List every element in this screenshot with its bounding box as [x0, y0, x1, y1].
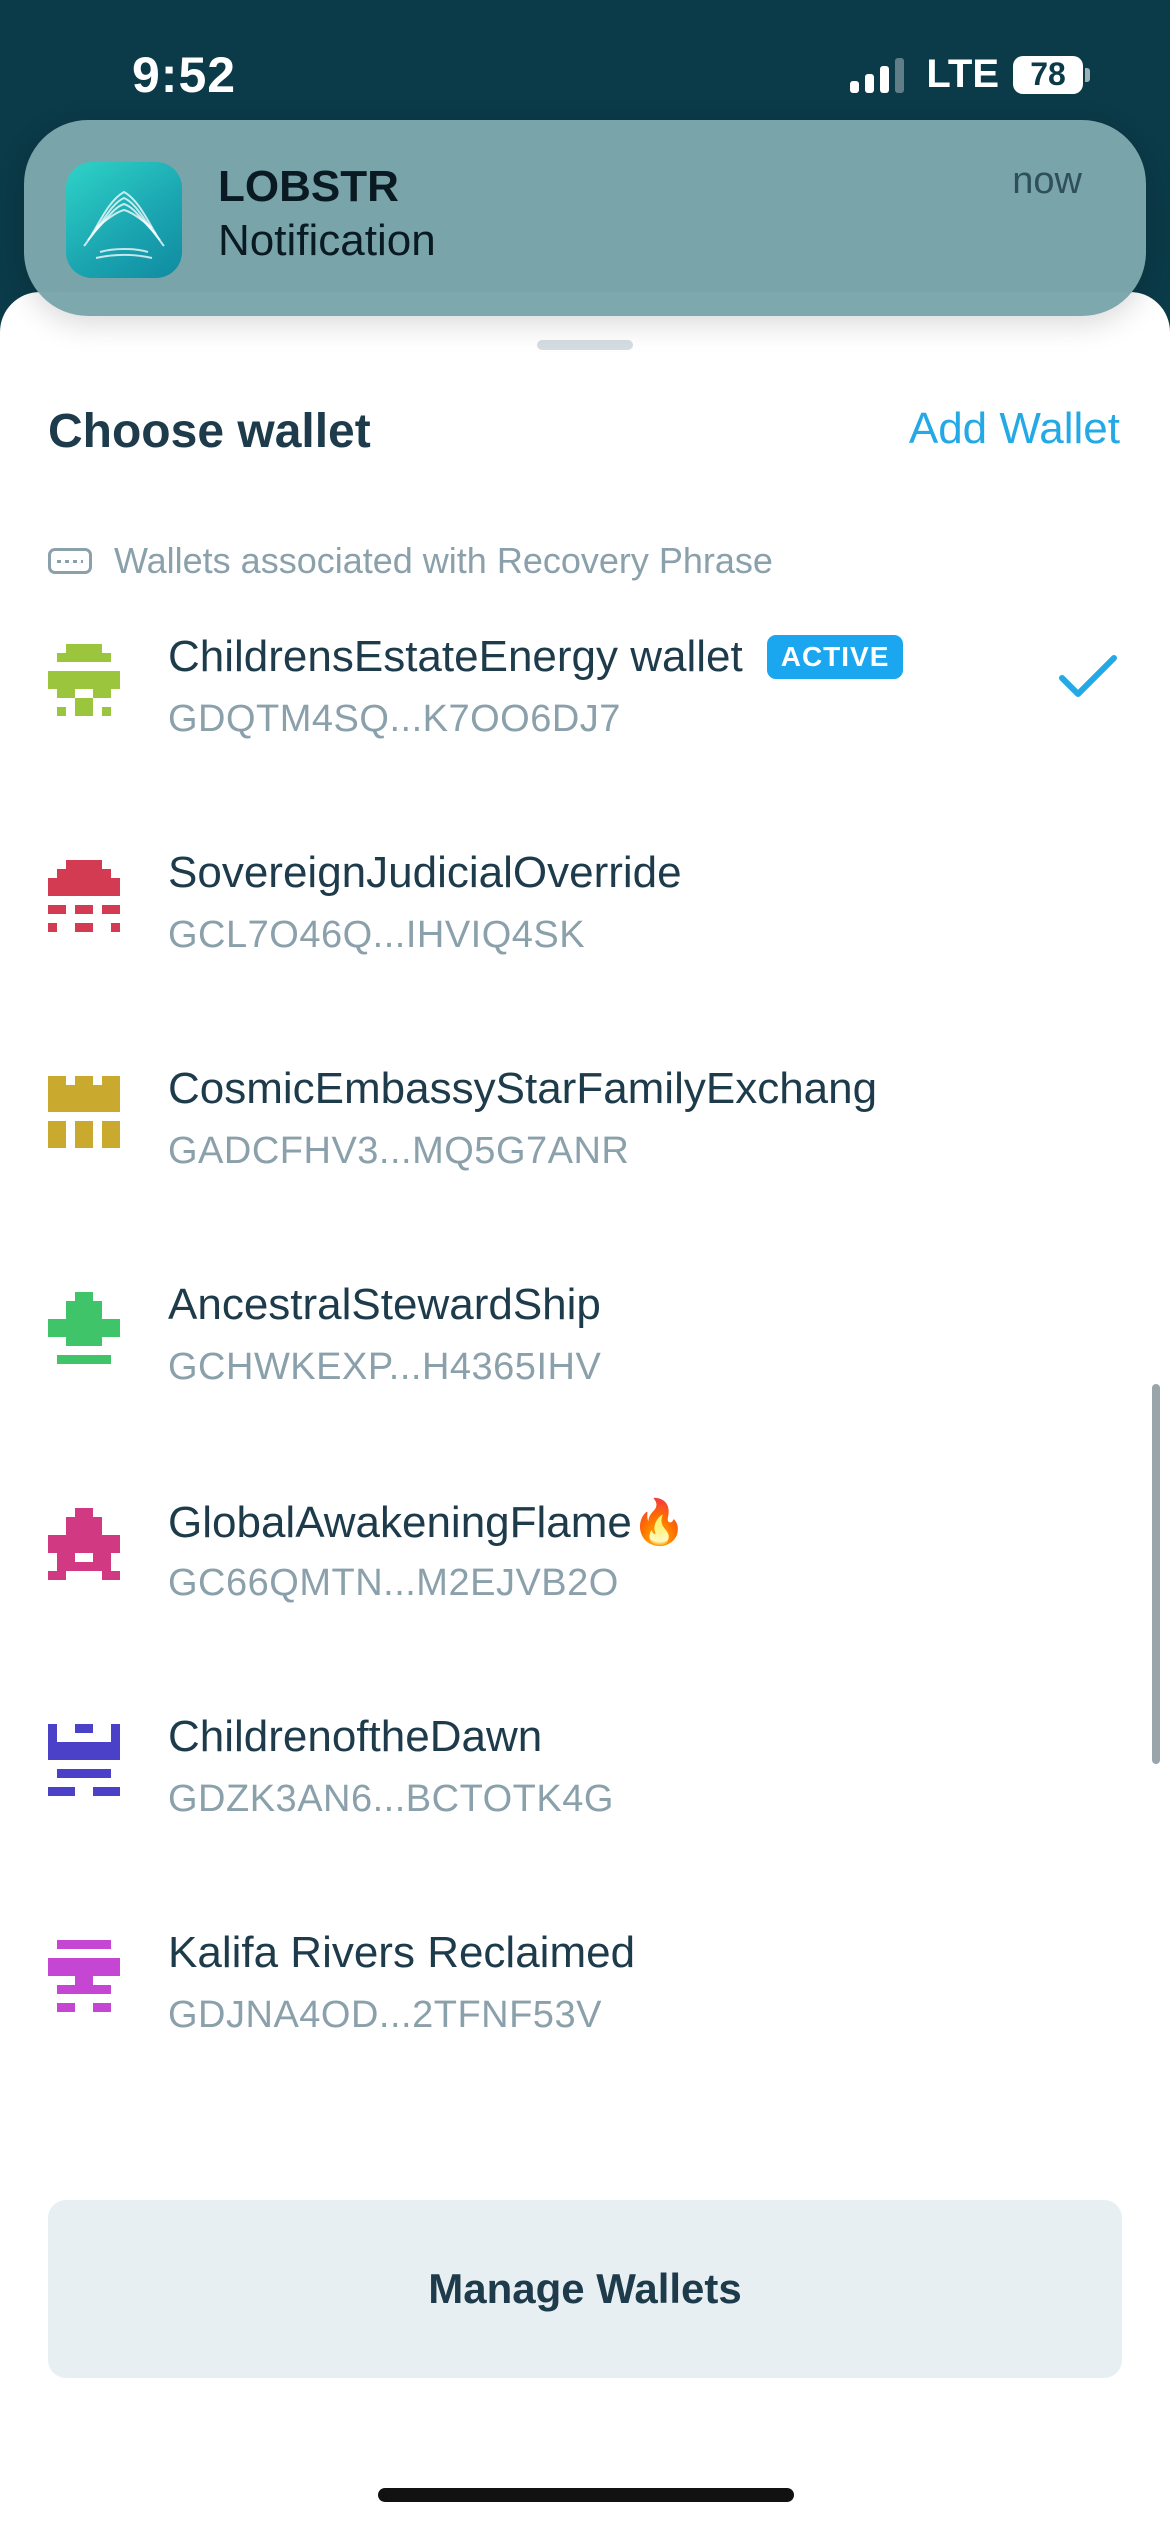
network-type: LTE: [926, 52, 999, 96]
battery-level: 78: [1013, 55, 1083, 94]
active-badge: ACTIVE: [766, 635, 904, 679]
checkmark-icon: [1059, 655, 1117, 697]
wallet-row[interactable]: CosmicEmbassyStarFamilyExchang GADCFHV3.…: [0, 1040, 1170, 1256]
home-indicator[interactable]: [378, 2488, 794, 2502]
wallet-name: ChildrenoftheDawn: [168, 1712, 543, 1761]
wallet-avatar-icon: [48, 1724, 120, 1796]
add-wallet-button[interactable]: Add Wallet: [909, 404, 1120, 454]
wallet-address: GCL7O46Q...IHVIQ4SK: [168, 914, 586, 956]
wallet-name: CosmicEmbassyStarFamilyExchang: [168, 1064, 878, 1113]
status-indicators: LTE 78: [850, 52, 1090, 97]
notification-body: Notification: [218, 216, 436, 265]
wallet-name: Kalifa Rivers Reclaimed: [168, 1928, 636, 1977]
notification-banner[interactable]: LOBSTR Notification now: [24, 120, 1146, 316]
wallet-address: GC66QMTN...M2EJVB2O: [168, 1562, 619, 1604]
signal-strength-icon: [850, 57, 905, 93]
wallet-row[interactable]: Kalifa Rivers Reclaimed GDJNA4OD...2TFNF…: [0, 1904, 1170, 2120]
wallet-row[interactable]: SovereignJudicialOverride GCL7O46Q...IHV…: [0, 824, 1170, 1040]
wallet-name: GlobalAwakeningFlame🔥: [168, 1498, 687, 1547]
wallet-row[interactable]: ChildrenoftheDawn GDZK3AN6...BCTOTK4G: [0, 1688, 1170, 1904]
wallet-name: AncestralStewardShip: [168, 1280, 601, 1329]
battery-icon: 78: [1013, 55, 1090, 94]
wallet-row[interactable]: AncestralStewardShip GCHWKEXP...H4365IHV: [0, 1256, 1170, 1472]
manage-wallets-button[interactable]: Manage Wallets: [48, 2200, 1122, 2378]
scrollbar[interactable]: [1152, 1384, 1160, 1764]
wallet-address: GADCFHV3...MQ5G7ANR: [168, 1130, 630, 1172]
wallet-name: SovereignJudicialOverride: [168, 848, 682, 897]
wallet-avatar-icon: [48, 1508, 120, 1580]
wallet-name: ChildrensEstateEnergy wallet: [168, 632, 743, 681]
wallet-address: GCHWKEXP...H4365IHV: [168, 1346, 602, 1388]
wallet-list: ChildrensEstateEnergy wallet ACTIVE GDQT…: [0, 608, 1170, 2120]
wallet-row[interactable]: GlobalAwakeningFlame🔥 GC66QMTN...M2EJVB2…: [0, 1472, 1170, 1688]
section-label: Wallets associated with Recovery Phrase: [114, 540, 773, 581]
wallet-avatar-icon: [48, 860, 120, 932]
sheet-grabber[interactable]: [537, 340, 633, 350]
wallet-avatar-icon: [48, 1076, 120, 1148]
keyboard-icon: [48, 548, 92, 574]
wallet-address: GDJNA4OD...2TFNF53V: [168, 1994, 602, 2036]
wallet-row[interactable]: ChildrensEstateEnergy wallet ACTIVE GDQT…: [0, 608, 1170, 824]
section-header: Wallets associated with Recovery Phrase: [48, 540, 773, 582]
choose-wallet-sheet: Choose wallet Add Wallet Wallets associa…: [0, 292, 1170, 2532]
notification-time: now: [1012, 160, 1082, 202]
notification-app-name: LOBSTR: [218, 162, 399, 211]
status-time: 9:52: [132, 47, 237, 103]
sheet-title: Choose wallet: [48, 405, 371, 458]
wallet-avatar-icon: [48, 1940, 120, 2012]
lobstr-app-icon: [66, 162, 182, 278]
wallet-address: GDQTM4SQ...K7OO6DJ7: [168, 698, 621, 740]
wallet-avatar-icon: [48, 1292, 120, 1364]
wallet-avatar-icon: [48, 644, 120, 716]
wallet-address: GDZK3AN6...BCTOTK4G: [168, 1778, 614, 1820]
